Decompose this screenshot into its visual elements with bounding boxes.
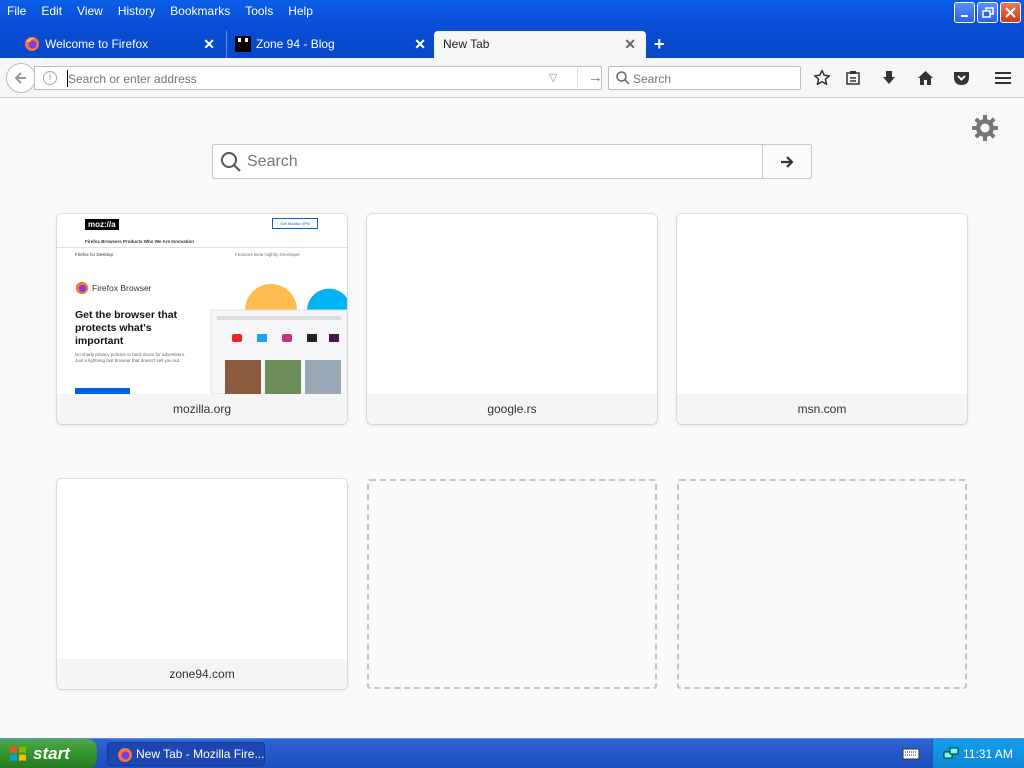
close-tab-icon[interactable]: ✕ [624,36,636,53]
browser-illustration [210,284,347,394]
minimize-icon [960,14,968,17]
windows-taskbar: start New Tab - Mozilla Fire... 11:31 AM [0,738,1024,768]
mozilla-thumbnail: moz://a Get Mozilla VPN Firefox Browsers… [57,214,347,394]
home-icon [917,71,933,85]
thumbnail-nav: Firefox Browsers Products Who We Are Inn… [85,239,195,244]
clipboard-icon [846,71,860,85]
open-menu-button[interactable] [992,67,1014,89]
gear-icon[interactable] [970,113,1000,143]
mozilla-logo: moz://a [85,219,119,230]
arrow-right-icon [781,155,794,168]
url-input[interactable] [67,70,547,87]
back-arrow-icon [14,72,26,84]
search-input[interactable] [633,70,793,87]
tab-label: Welcome to Firefox [45,37,149,51]
info-icon[interactable]: i [43,71,57,85]
download-arrow-icon [883,71,895,84]
start-label: start [33,744,70,763]
window-titlebar: File Edit View History Bookmarks Tools H… [0,0,1024,60]
menu-view[interactable]: View [70,1,111,21]
tile-label: msn.com [677,394,967,424]
taskbar-item-label: New Tab - Mozilla Fire... [136,747,265,761]
keyboard-icon[interactable] [902,747,920,761]
pocket-icon [953,72,969,85]
firefox-icon [75,281,89,295]
system-tray: 11:31 AM [932,739,1024,768]
thumbnail-vpn-button: Get Mozilla VPN [272,218,318,229]
tile-label: google.rs [367,394,657,424]
zone94-icon [235,36,251,52]
close-tab-icon[interactable]: ✕ [203,36,215,53]
thumbnail-brand: Firefox Browser [92,283,152,293]
tab-welcome-to-firefox[interactable]: Welcome to Firefox ✕ [0,31,225,58]
bookmarks-menu-button[interactable] [842,67,864,89]
thumbnail-body: No shady privacy policies or back doors … [75,352,186,363]
top-site-tile-google[interactable]: google.rs [367,214,657,424]
empty-tile-slot [677,479,967,689]
clock[interactable]: 11:31 AM [963,747,1013,761]
start-button[interactable]: start [0,739,97,768]
window-controls [954,2,1021,23]
thumbnail-subnav-links: Features Beta Nightly Developer [235,252,301,257]
new-tab-page: moz://a Get Mozilla VPN Firefox Browsers… [0,99,1024,737]
menu-edit[interactable]: Edit [34,1,70,21]
search-icon [221,152,241,172]
tile-label: mozilla.org [57,394,347,424]
close-icon [1005,7,1016,18]
divider [57,247,347,248]
search-bar [608,66,801,90]
top-site-tile-msn[interactable]: msn.com [677,214,967,424]
newtab-search-box [212,144,812,179]
newtab-search-input[interactable] [247,151,757,173]
tab-new-tab[interactable]: New Tab ✕ [434,31,646,58]
taskbar-item-firefox[interactable]: New Tab - Mozilla Fire... [107,742,265,766]
tab-label: New Tab [443,37,490,51]
menu-bar: File Edit View History Bookmarks Tools H… [0,0,321,22]
bookmark-star-button[interactable] [811,67,833,89]
empty-tile-slot [367,479,657,689]
star-icon [813,69,831,86]
menu-help[interactable]: Help [281,1,321,21]
network-icon[interactable] [943,746,959,762]
home-button[interactable] [914,67,936,89]
back-button[interactable] [6,63,36,93]
search-icon [616,71,630,85]
top-site-tile-zone94[interactable]: zone94.com [57,479,347,689]
close-window-button[interactable] [1000,2,1021,23]
newtab-search-submit-button[interactable] [762,145,811,178]
thumbnail-headline: Get the browser that protects what's imp… [75,309,178,347]
tab-zone-94-blog[interactable]: Zone 94 - Blog ✕ [226,31,436,58]
tab-label: Zone 94 - Blog [256,37,335,51]
new-tab-button[interactable]: + [654,34,665,55]
menu-bookmarks[interactable]: Bookmarks [163,1,238,21]
close-tab-icon[interactable]: ✕ [414,36,426,53]
navigation-toolbar: i ▽ → [0,58,1024,98]
windows-logo-icon [10,746,26,761]
url-bar: i ▽ → [34,66,603,90]
restore-button[interactable] [977,2,998,23]
tile-label: zone94.com [57,659,347,689]
url-go-button[interactable]: → [577,68,603,88]
thumbnail-subnav: Firefox for Desktop [75,252,114,257]
menu-history[interactable]: History [111,1,163,21]
url-history-dropdown-icon[interactable]: ▽ [549,71,557,84]
firefox-icon [25,37,39,51]
downloads-button[interactable] [878,67,900,89]
tab-strip: Welcome to Firefox ✕ Zone 94 - Blog ✕ Ne… [0,31,1024,58]
minimize-button[interactable] [954,2,975,23]
menu-file[interactable]: File [0,1,34,21]
restore-icon [981,6,994,18]
menu-tools[interactable]: Tools [238,1,281,21]
pocket-button[interactable] [950,67,972,89]
hamburger-menu-icon [995,72,1011,84]
firefox-icon [118,748,132,762]
top-site-tile-mozilla[interactable]: moz://a Get Mozilla VPN Firefox Browsers… [57,214,347,424]
